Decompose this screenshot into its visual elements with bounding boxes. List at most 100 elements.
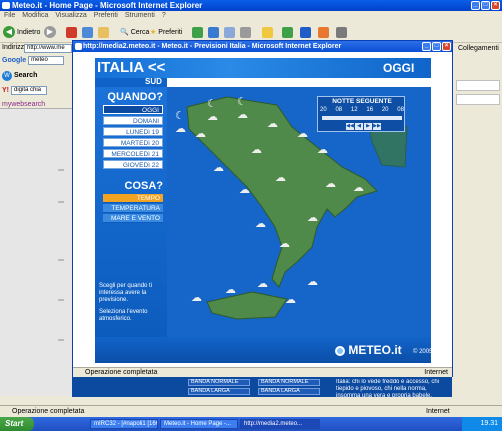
yahoo-search-input[interactable]: digita chia [11, 86, 47, 95]
folder-button[interactable] [262, 25, 273, 39]
google-logo: Google [2, 57, 27, 64]
play-button[interactable]: ▶ [364, 123, 372, 130]
rewind-button[interactable]: ◀◀ [346, 123, 354, 130]
rain-cloud-icon: ☁ [279, 238, 290, 250]
clock: 19.31 [480, 420, 498, 427]
subregion-label: SUD [145, 77, 162, 86]
back-arrow-icon: ◀ [3, 26, 15, 38]
bluetooth-button[interactable] [300, 25, 311, 39]
media-button[interactable] [192, 25, 203, 39]
popup-content: ITALIA << OGGI SUD QUANDO? OGGI DOMANI L… [73, 52, 452, 367]
menu-visualizza[interactable]: Visualizza [55, 11, 86, 21]
band-normal-button[interactable]: BANDA NORMALE [188, 379, 250, 386]
mail-button[interactable] [224, 25, 235, 39]
page-rule [58, 259, 64, 261]
stop-icon [66, 26, 77, 38]
address-bar: Indirizzo http://www.me [0, 43, 72, 54]
what-button-mare[interactable]: MARE E VENTO [103, 214, 163, 223]
menu-file[interactable]: File [4, 11, 15, 21]
popup-maximize-button[interactable]: □ [432, 42, 441, 51]
menu-strumenti[interactable]: Strumenti [125, 11, 155, 21]
hour-slider-track[interactable] [322, 116, 402, 120]
day-button-giovedi[interactable]: GIOVEDì 22 [103, 160, 163, 169]
slider-controls: ◀◀ ◀ ▶ ▶▶ [346, 123, 381, 130]
time-slider-panel: NOTTE SEGUENTE 20 08 12 16 20 08 ◀◀ ◀ ▶ … [317, 96, 405, 132]
home-button[interactable] [98, 25, 109, 39]
rain-cloud-icon: ☁ [251, 144, 262, 156]
popup-close-button[interactable]: × [442, 42, 451, 51]
band-wide-button[interactable]: BANDA LARGA [258, 388, 320, 395]
messenger-button[interactable] [282, 25, 293, 39]
links-button[interactable]: Collegamenti [452, 43, 502, 54]
page-rule [58, 299, 64, 301]
search-button[interactable]: 🔍 Cerca [120, 25, 149, 39]
forward-button[interactable]: ▶▶ [373, 123, 381, 130]
prev-button[interactable]: ◀ [355, 123, 363, 130]
mail-icon [224, 26, 235, 38]
day-button-lunedi[interactable]: LUNEDì 19 [103, 127, 163, 136]
start-button[interactable]: Start [0, 417, 34, 431]
favorites-button[interactable]: ★ Preferiti [150, 25, 182, 39]
back-label: Indietro [17, 28, 41, 36]
mywebsearch-label[interactable]: mywebsearch [2, 101, 45, 108]
close-button[interactable]: × [491, 1, 500, 10]
discuss-button[interactable] [336, 25, 347, 39]
region-title[interactable]: ITALIA << [97, 58, 165, 78]
rain-cloud-icon: ☁ [307, 276, 318, 288]
day-button-mercoledi[interactable]: MERCOLEDì 21 [103, 149, 163, 158]
band-normal-button[interactable]: BANDA NORMALE [258, 379, 320, 386]
back-button[interactable]: ◀ Indietro [3, 25, 40, 39]
star-icon: ★ [150, 29, 157, 36]
forward-arrow-icon: ▶ [44, 26, 56, 38]
moon-cloud-icon: ☾☁ [237, 96, 248, 121]
moon-cloud-icon: ☾☁ [207, 98, 218, 123]
rain-cloud-icon: ☁ [213, 162, 224, 174]
home-icon [98, 26, 109, 38]
popup-titlebar: http://media2.meteo.it - Meteo.it - Prev… [73, 41, 452, 52]
page-background [0, 108, 72, 396]
today-header: OGGI [383, 61, 415, 75]
research-button[interactable] [318, 25, 329, 39]
what-button-tempo[interactable]: TEMPO [103, 194, 163, 203]
window-title: Meteo.it - Home Page - Microsoft Interne… [12, 1, 203, 10]
history-icon [208, 26, 219, 38]
window-titlebar: Meteo.it - Home Page - Microsoft Interne… [0, 0, 502, 11]
ie-logo-icon [75, 43, 82, 50]
folder-icon [262, 26, 273, 38]
day-button-domani[interactable]: DOMANI [103, 116, 163, 125]
print-button[interactable] [240, 25, 251, 39]
day-button-oggi[interactable]: OGGI [103, 105, 163, 114]
meteo-globe-icon [335, 345, 345, 356]
maximize-button[interactable]: □ [481, 1, 490, 10]
websearch-label[interactable]: Search [14, 72, 37, 79]
rain-cloud-icon: ☁ [195, 128, 206, 140]
page-rule [58, 169, 64, 171]
menu-preferiti[interactable]: Preferiti [94, 11, 118, 21]
messenger-icon [282, 26, 293, 38]
rain-cloud-icon: ☁ [257, 278, 268, 290]
stop-button[interactable] [66, 25, 77, 39]
moon-cloud-icon: ☾☁ [175, 110, 186, 135]
task-meteo-home[interactable]: Meteo.it - Home Page -... [160, 419, 238, 429]
band-wide-button[interactable]: BANDA LARGA [188, 388, 250, 395]
media-icon [192, 26, 203, 38]
hour-labels: 20 08 12 16 20 08 [320, 107, 404, 113]
popup-zone: Internet [424, 369, 448, 376]
task-mirc[interactable]: mIRC32 - [#napoli1 [166... [90, 419, 158, 429]
popup-minimize-button[interactable]: _ [422, 42, 431, 51]
day-button-martedi[interactable]: MARTEDì 20 [103, 138, 163, 147]
address-input[interactable]: http://www.me [24, 44, 72, 53]
what-button-temperatura[interactable]: TEMPERATURA [103, 204, 163, 213]
when-title: QUANDO? [107, 91, 163, 103]
refresh-button[interactable] [82, 25, 93, 39]
forward-button[interactable]: ▶ [44, 25, 56, 39]
task-media2[interactable]: http://media2.meteo... [240, 419, 320, 429]
menu-modifica[interactable]: Modifica [22, 11, 48, 21]
discuss-icon [336, 26, 347, 38]
refresh-icon [82, 26, 93, 38]
minimize-button[interactable]: _ [471, 1, 480, 10]
google-search-input[interactable]: meteo [28, 56, 65, 65]
rain-cloud-icon: ☁ [255, 218, 266, 230]
menu-help[interactable]: ? [162, 11, 166, 21]
history-button[interactable] [208, 25, 219, 39]
